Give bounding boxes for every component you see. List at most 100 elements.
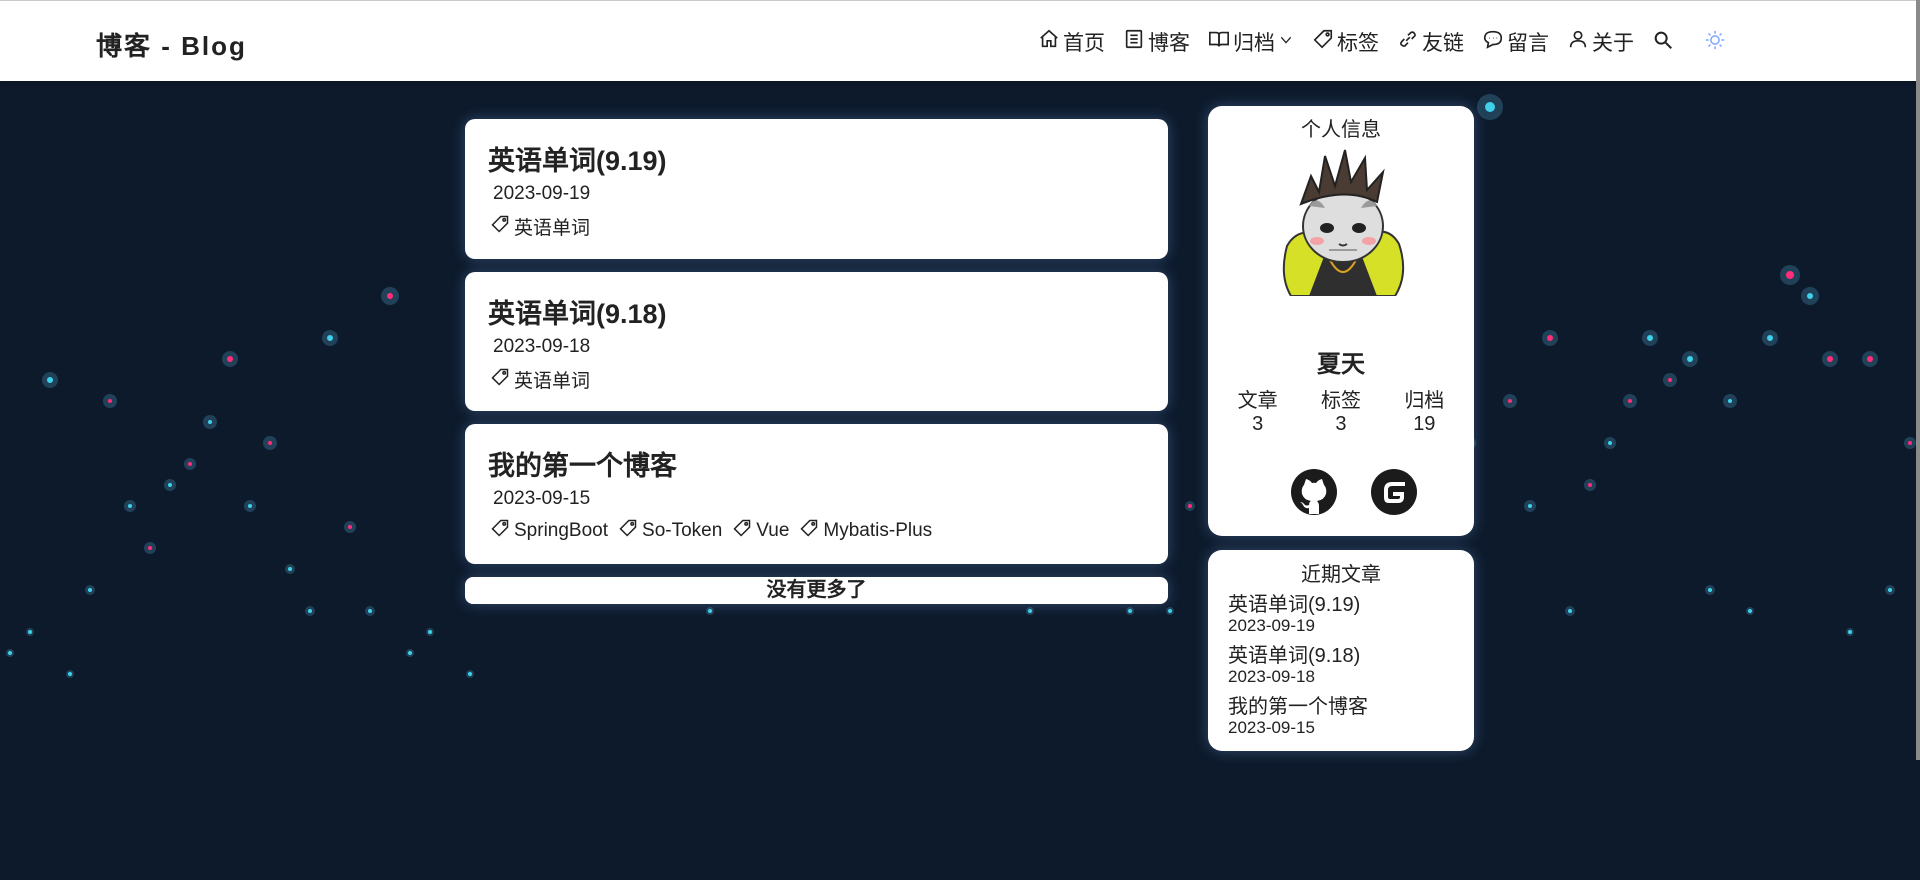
particle-dot bbox=[222, 351, 238, 367]
profile-section-title: 个人信息 bbox=[1301, 119, 1381, 141]
particle-dot bbox=[344, 521, 356, 533]
particle-dot bbox=[322, 330, 338, 346]
nav-item-about[interactable]: 关于 bbox=[1567, 27, 1634, 57]
particle-dot bbox=[1503, 394, 1517, 408]
page-scrollbar[interactable] bbox=[1916, 0, 1920, 760]
particle-dot bbox=[164, 479, 176, 491]
particle-dot bbox=[1026, 607, 1034, 615]
post-tag[interactable]: Vue bbox=[732, 518, 789, 544]
nav-item-archive[interactable]: 归档 bbox=[1208, 27, 1294, 57]
chevron-down-icon bbox=[1278, 30, 1294, 54]
tag-label: SpringBoot bbox=[514, 520, 609, 541]
sun-icon bbox=[1704, 29, 1726, 56]
particle-dot bbox=[1185, 501, 1195, 511]
particle-dot bbox=[1642, 330, 1658, 346]
no-more-indicator: 没有更多了 bbox=[465, 577, 1168, 604]
nav-label: 标签 bbox=[1337, 32, 1379, 55]
tag-icon bbox=[490, 367, 510, 393]
particle-dot bbox=[1524, 500, 1536, 512]
book-icon bbox=[1208, 28, 1230, 56]
post-tag[interactable]: 英语单词 bbox=[490, 213, 590, 240]
tag-icon bbox=[618, 518, 638, 544]
tag-label: 英语单词 bbox=[514, 218, 591, 239]
particle-dot bbox=[1565, 606, 1575, 616]
nav-item-message[interactable]: 留言 bbox=[1482, 27, 1549, 57]
post-tag[interactable]: 英语单词 bbox=[490, 366, 590, 393]
post-card[interactable]: 英语单词(9.18) 2023-09-18 英语单词 bbox=[465, 272, 1168, 411]
post-title[interactable]: 我的第一个博客 bbox=[488, 444, 677, 483]
tag-icon bbox=[799, 518, 819, 544]
nav-item-links[interactable]: 友链 bbox=[1397, 27, 1464, 57]
particle-dot bbox=[1477, 94, 1503, 120]
recent-title: 我的第一个博客 bbox=[1228, 696, 1368, 718]
github-link[interactable] bbox=[1290, 468, 1338, 516]
particle-dot bbox=[203, 415, 217, 429]
site-brand[interactable]: 博客 - Blog bbox=[96, 26, 247, 63]
particle-dot bbox=[1762, 330, 1778, 346]
particle-dot bbox=[184, 458, 196, 470]
particle-dot bbox=[466, 670, 474, 678]
particle-dot bbox=[1780, 265, 1800, 285]
post-title[interactable]: 英语单词(9.19) bbox=[488, 139, 667, 178]
github-icon bbox=[1290, 469, 1338, 520]
post-date: 2023-09-15 bbox=[493, 488, 591, 509]
post-card[interactable]: 我的第一个博客 2023-09-15 SpringBoot So-Token V… bbox=[465, 424, 1168, 564]
particle-dot bbox=[124, 500, 136, 512]
list-icon bbox=[1123, 28, 1145, 56]
stat-value: 3 bbox=[1252, 413, 1264, 435]
post-title[interactable]: 英语单词(9.18) bbox=[488, 292, 667, 331]
recent-item[interactable]: 英语单词(9.18) 2023-09-18 bbox=[1228, 645, 1368, 687]
search-icon bbox=[1652, 29, 1674, 56]
post-tag[interactable]: SpringBoot bbox=[490, 518, 608, 544]
author-name: 夏天 bbox=[1317, 351, 1365, 378]
particle-dot bbox=[1746, 607, 1754, 615]
particle-dot bbox=[1885, 585, 1895, 595]
gitee-link[interactable] bbox=[1370, 468, 1418, 516]
particle-dot bbox=[42, 372, 58, 388]
nav-item-tags[interactable]: 标签 bbox=[1312, 27, 1379, 57]
search-button[interactable] bbox=[1652, 29, 1674, 56]
particle-dot bbox=[1862, 351, 1878, 367]
nav-label: 友链 bbox=[1422, 32, 1464, 55]
tag-icon bbox=[732, 518, 752, 544]
particle-dot bbox=[26, 628, 34, 636]
recent-list: 英语单词(9.19) 2023-09-19 英语单词(9.18) 2023-09… bbox=[1228, 594, 1368, 747]
recent-section-title: 近期文章 bbox=[1301, 564, 1381, 586]
user-icon bbox=[1567, 28, 1589, 56]
post-tag[interactable]: Mybatis-Plus bbox=[799, 518, 932, 544]
tag-icon bbox=[1312, 28, 1334, 56]
particle-dot bbox=[381, 287, 399, 305]
social-links bbox=[1290, 468, 1418, 516]
profile-card: 个人信息 夏天 文章 3 标签 3 归档 19 bbox=[1208, 106, 1474, 536]
nav-item-home[interactable]: 首页 bbox=[1038, 27, 1105, 57]
post-tag[interactable]: So-Token bbox=[618, 518, 722, 544]
particle-dot bbox=[1801, 287, 1819, 305]
stat-archives[interactable]: 归档 19 bbox=[1404, 390, 1444, 436]
stat-label: 归档 bbox=[1404, 390, 1445, 412]
home-icon bbox=[1038, 28, 1060, 56]
particle-dot bbox=[1682, 351, 1698, 367]
recent-posts-card: 近期文章 英语单词(9.19) 2023-09-19 英语单词(9.18) 20… bbox=[1208, 550, 1474, 751]
nav-item-blog[interactable]: 博客 bbox=[1123, 27, 1190, 57]
particle-dot bbox=[1822, 351, 1838, 367]
particle-dot bbox=[1126, 607, 1134, 615]
stat-tags[interactable]: 标签 3 bbox=[1321, 390, 1361, 436]
nav-menu: 首页 博客 归档 标签 友链 留言 关于 bbox=[1038, 27, 1726, 57]
recent-item[interactable]: 英语单词(9.19) 2023-09-19 bbox=[1228, 594, 1368, 636]
link-icon bbox=[1397, 28, 1419, 56]
gitee-icon bbox=[1370, 469, 1418, 520]
particle-dot bbox=[285, 564, 295, 574]
post-card[interactable]: 英语单词(9.19) 2023-09-19 英语单词 bbox=[465, 119, 1168, 259]
particle-dot bbox=[1166, 607, 1174, 615]
recent-date: 2023-09-15 bbox=[1228, 718, 1315, 737]
particle-dot bbox=[1584, 479, 1596, 491]
particle-dot bbox=[244, 500, 256, 512]
theme-toggle[interactable] bbox=[1704, 29, 1726, 56]
particle-dot bbox=[1723, 394, 1737, 408]
recent-item[interactable]: 我的第一个博客 2023-09-15 bbox=[1228, 696, 1368, 738]
stat-value: 3 bbox=[1335, 413, 1347, 435]
stat-label: 标签 bbox=[1320, 390, 1361, 412]
post-date: 2023-09-18 bbox=[493, 336, 591, 357]
stat-articles[interactable]: 文章 3 bbox=[1238, 390, 1278, 436]
avatar[interactable] bbox=[1269, 146, 1417, 297]
